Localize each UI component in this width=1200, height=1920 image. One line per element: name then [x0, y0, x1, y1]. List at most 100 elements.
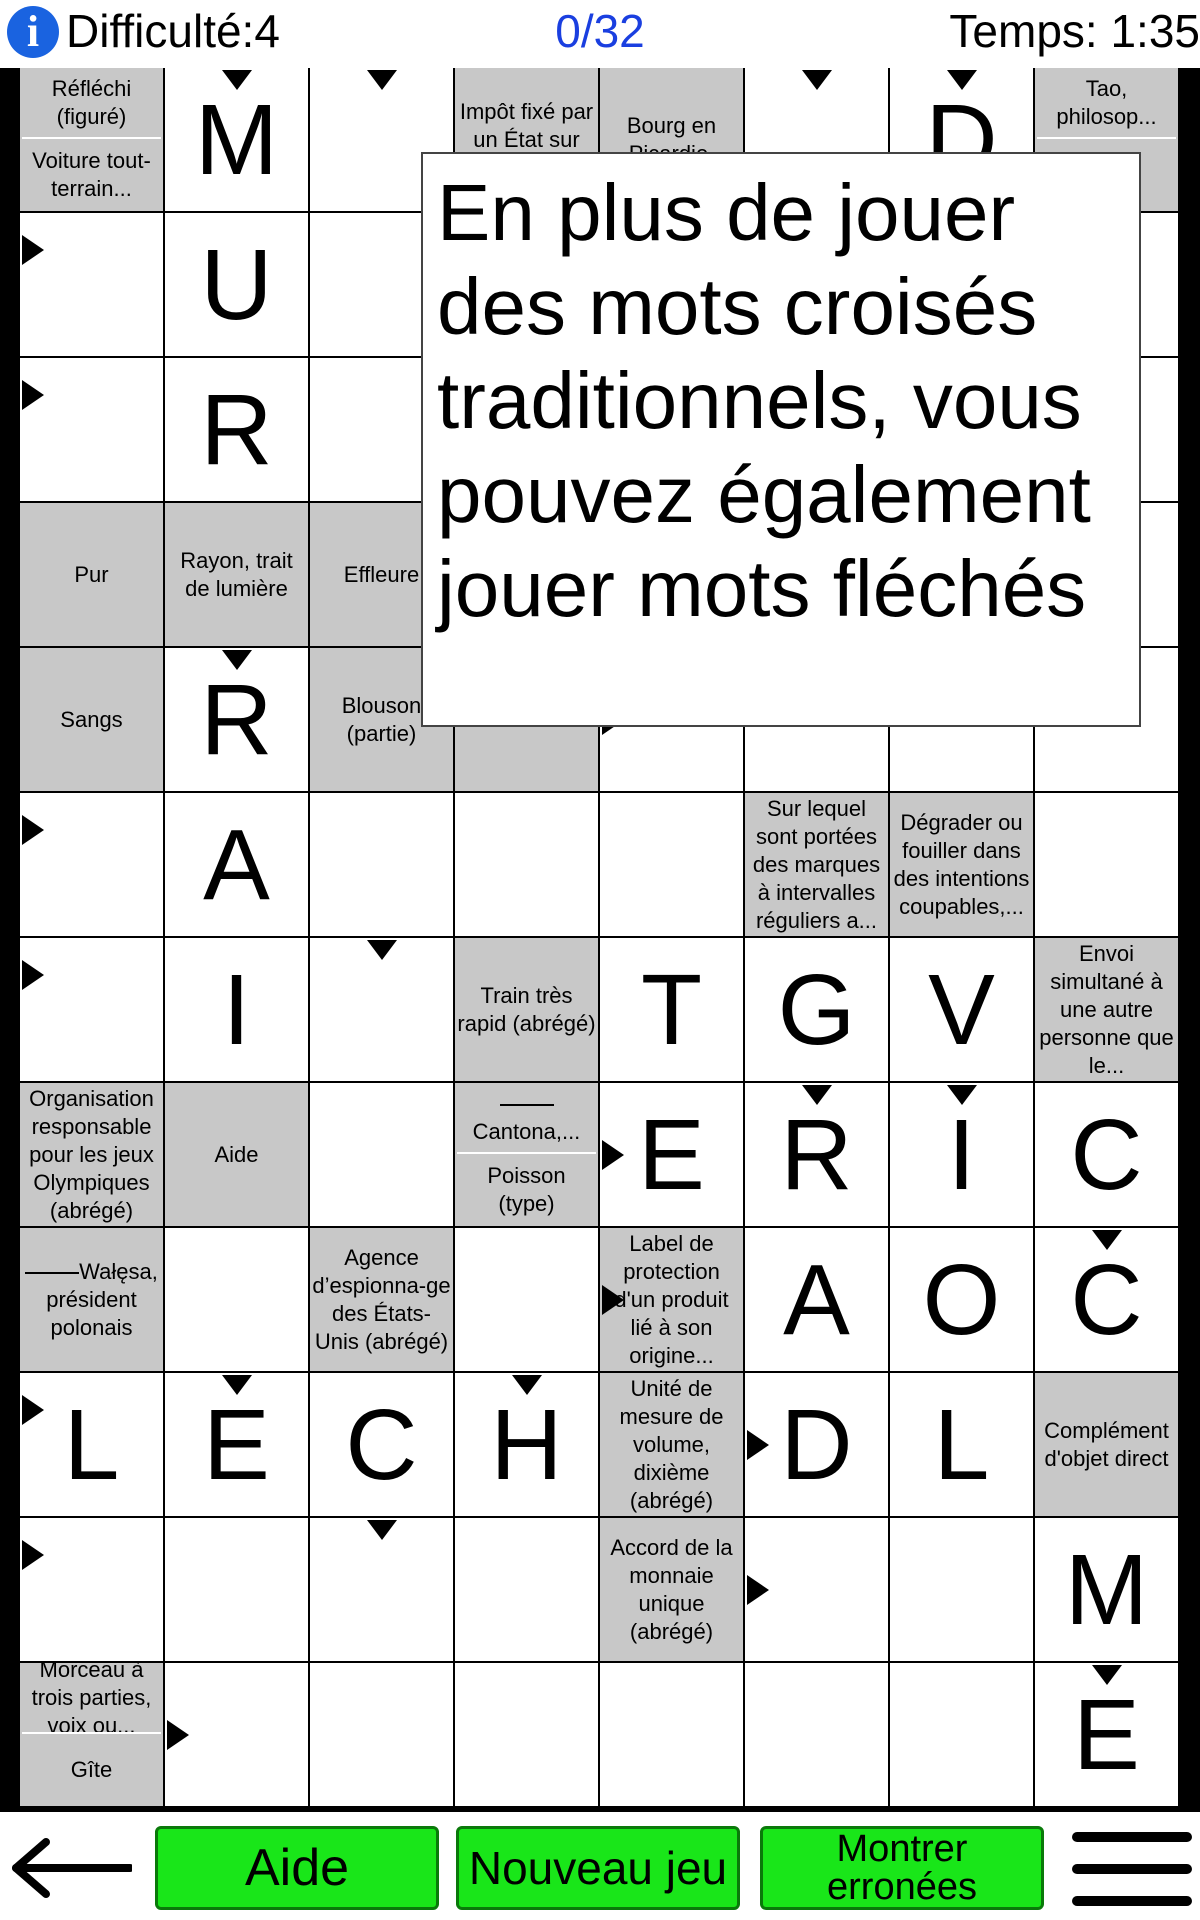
down-arrow-icon: [946, 1085, 977, 1105]
clue-cell[interactable]: Rayon, trait de lumière: [165, 503, 308, 646]
right-arrow-icon: [22, 235, 44, 265]
down-arrow-icon: [946, 70, 977, 90]
grid-cell[interactable]: O: [890, 1228, 1033, 1371]
down-arrow-icon: [801, 70, 832, 90]
right-arrow-icon: [602, 1284, 624, 1315]
montrer-erronees-button[interactable]: Montrer erronées: [760, 1826, 1044, 1910]
grid-cell[interactable]: [310, 1663, 453, 1806]
clue-text: Organisation responsable pour les jeux O…: [29, 1085, 154, 1223]
grid-cell[interactable]: [600, 1663, 743, 1806]
difficulty-label: Difficulté:4: [66, 5, 280, 57]
clue-cell[interactable]: Sur lequel sont portées des marques à in…: [745, 793, 888, 936]
grid-cell[interactable]: V: [890, 938, 1033, 1081]
down-arrow-icon: [1091, 1230, 1122, 1250]
clue-text: Réfléchi (figuré): [22, 68, 161, 139]
clue-text: Accord de la monnaie unique (abrégé): [610, 1534, 733, 1644]
clue-cell[interactable]: Accord de la monnaie unique (abrégé): [600, 1518, 743, 1661]
clue-text: Wałęsa, président polonais: [22, 1228, 161, 1371]
grid-cell[interactable]: A: [165, 793, 308, 936]
clue-cell[interactable]: Aide: [165, 1083, 308, 1226]
clue-text: Envoi simultané à une autre personne que…: [1039, 940, 1174, 1078]
grid-letter: E: [1073, 1679, 1140, 1791]
grid-cell[interactable]: C: [310, 1373, 453, 1516]
grid-letter: H: [490, 1389, 563, 1501]
grid-cell[interactable]: [600, 793, 743, 936]
down-arrow-icon: [221, 1375, 252, 1395]
grid-letter: A: [783, 1244, 850, 1356]
montrer-label-line1: Montrer: [836, 1828, 968, 1870]
clue-text: Rayon, trait de lumière: [180, 547, 293, 601]
clue-cell[interactable]: Réfléchi (figuré) Voiture tout-terrain...: [20, 68, 163, 211]
grid-cell[interactable]: C: [1035, 1083, 1178, 1226]
grid-cell[interactable]: A: [745, 1228, 888, 1371]
grid-cell[interactable]: R: [165, 358, 308, 501]
clue-cell[interactable]: Sangs: [20, 648, 163, 791]
grid-cell[interactable]: [455, 1228, 598, 1371]
right-arrow-icon: [22, 1540, 44, 1570]
right-arrow-icon: [22, 380, 44, 410]
help-tooltip[interactable]: En plus de jouer des mots croisés tradit…: [421, 152, 1141, 727]
grid-letter: R: [200, 374, 273, 486]
grid-letter: C: [1070, 1244, 1143, 1356]
grid-cell[interactable]: [310, 793, 453, 936]
grid-cell[interactable]: [165, 1228, 308, 1371]
grid-letter: I: [222, 954, 251, 1066]
clue-text: Sangs: [60, 706, 123, 732]
back-arrow-icon[interactable]: [8, 1838, 132, 1898]
clue-text: Pur: [74, 561, 109, 587]
clue-text: Morceau à trois parties, voix ou...: [22, 1663, 161, 1734]
down-arrow-icon: [801, 1085, 832, 1105]
aide-button[interactable]: Aide: [155, 1826, 439, 1910]
timer-label: Temps: 1:35: [949, 5, 1200, 57]
grid-cell[interactable]: [890, 1518, 1033, 1661]
grid-letter: M: [1064, 1534, 1149, 1646]
clue-text: Train très rapid (abrégé): [457, 982, 596, 1036]
grid-cell[interactable]: [1035, 793, 1178, 936]
grid-letter: R: [780, 1099, 853, 1211]
grid-cell[interactable]: U: [165, 213, 308, 356]
clue-cell[interactable]: Agence d’espionna-ge des États-Unis (abr…: [310, 1228, 453, 1371]
clue-cell[interactable]: Cantona,... Poisson (type): [455, 1083, 598, 1226]
grid-cell[interactable]: [165, 1518, 308, 1661]
grid-cell[interactable]: L: [890, 1373, 1033, 1516]
clue-cell[interactable]: Pur: [20, 503, 163, 646]
grid-cell[interactable]: [455, 793, 598, 936]
down-arrow-icon: [366, 70, 397, 90]
down-arrow-icon: [511, 1375, 542, 1395]
clue-text: Cantona,...: [457, 1083, 596, 1154]
grid-cell[interactable]: [745, 1663, 888, 1806]
grid-letter: T: [640, 954, 703, 1066]
clue-text: Agence d’espionna-ge des États-Unis (abr…: [312, 1244, 451, 1354]
grid-letter: U: [200, 229, 273, 341]
clue-text: Sur lequel sont portées des marques à in…: [752, 795, 881, 933]
right-arrow-icon: [602, 1139, 624, 1170]
grid-cell[interactable]: [455, 1663, 598, 1806]
grid-letter: C: [1070, 1099, 1143, 1211]
grid-cell[interactable]: M: [1035, 1518, 1178, 1661]
clue-cell[interactable]: Complément d'objet direct: [1035, 1373, 1178, 1516]
down-arrow-icon: [221, 70, 252, 90]
clue-cell[interactable]: Wałęsa, président polonais: [20, 1228, 163, 1371]
grid-cell[interactable]: I: [165, 938, 308, 1081]
clue-cell[interactable]: Envoi simultané à une autre personne que…: [1035, 938, 1178, 1081]
grid-cell[interactable]: [310, 1083, 453, 1226]
grid-cell[interactable]: G: [745, 938, 888, 1081]
down-arrow-icon: [366, 1520, 397, 1540]
clue-cell[interactable]: Organisation responsable pour les jeux O…: [20, 1083, 163, 1226]
info-icon[interactable]: i: [7, 6, 59, 58]
clue-cell[interactable]: Unité de mesure de volume, dixième (abré…: [600, 1373, 743, 1516]
hamburger-menu-icon[interactable]: [1072, 1832, 1192, 1908]
nouveau-jeu-button[interactable]: Nouveau jeu: [456, 1826, 740, 1910]
clue-text: Tao, philosop...: [1037, 68, 1176, 139]
grid-cell[interactable]: T: [600, 938, 743, 1081]
clue-cell[interactable]: Dégrader ou fouiller dans des intentions…: [890, 793, 1033, 936]
clue-text: Dégrader ou fouiller dans des intentions…: [893, 809, 1030, 919]
right-arrow-icon: [22, 815, 44, 845]
grid-letter: I: [947, 1099, 976, 1211]
montrer-label-line2: erronées: [827, 1866, 977, 1908]
clue-cell[interactable]: Morceau à trois parties, voix ou... Gîte: [20, 1663, 163, 1806]
clue-cell[interactable]: Train très rapid (abrégé): [455, 938, 598, 1081]
down-arrow-icon: [221, 650, 252, 670]
grid-cell[interactable]: [455, 1518, 598, 1661]
grid-cell[interactable]: [890, 1663, 1033, 1806]
